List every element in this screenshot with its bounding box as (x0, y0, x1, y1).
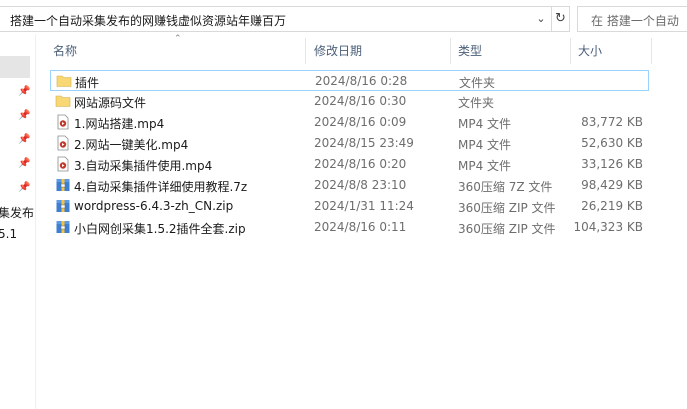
address-bar[interactable]: 搭建一个自动采集发布的网赚钱虚似资源站年赚百万 ⌄ (0, 6, 552, 32)
column-divider[interactable] (570, 38, 571, 64)
file-row[interactable]: 4.自动采集插件详细使用教程.7z 2024/8/8 23:10 360压缩 7… (50, 175, 649, 196)
file-name: 1.网站搭建.mp4 (74, 117, 165, 131)
pin-icon: 📌 (18, 86, 31, 97)
file-type: 360压缩 7Z 文件 (458, 180, 553, 194)
nav-item-label[interactable]: 集发布 (0, 204, 34, 221)
file-size: 98,429 KB (581, 178, 643, 192)
file-name: 2.网站一键美化.mp4 (74, 138, 189, 152)
file-type: MP4 文件 (458, 117, 512, 131)
archive-icon (56, 179, 70, 191)
file-type: 文件夹 (459, 76, 496, 90)
file-type: MP4 文件 (458, 138, 512, 152)
column-size[interactable]: 大小 (578, 36, 602, 66)
column-date[interactable]: 修改日期 (314, 36, 362, 66)
column-divider[interactable] (305, 38, 306, 64)
file-date: 2024/1/31 11:24 (314, 199, 414, 213)
nav-item-label[interactable]: 5.1 (0, 227, 17, 241)
file-size: 52,630 KB (581, 136, 643, 150)
file-date: 2024/8/15 23:49 (314, 136, 414, 150)
search-placeholder: 在 搭建一个自动 (591, 14, 679, 28)
file-row[interactable]: 小白网创采集1.5.2插件全套.zip 2024/8/16 0:11 360压缩… (50, 217, 649, 238)
file-date: 2024/8/16 0:28 (315, 74, 408, 88)
pin-icon: 📌 (18, 182, 31, 193)
file-size: 83,772 KB (581, 115, 643, 129)
file-date: 2024/8/16 0:09 (314, 115, 407, 129)
column-divider[interactable] (651, 38, 652, 64)
pin-icon: 📌 (18, 110, 31, 121)
file-row[interactable]: 3.自动采集插件使用.mp4 2024/8/16 0:20 MP4 文件 33,… (50, 154, 649, 175)
file-name: 网站源码文件 (74, 96, 147, 110)
file-date: 2024/8/16 0:30 (314, 94, 407, 108)
file-size: 26,219 KB (581, 199, 643, 213)
address-bar-container: 搭建一个自动采集发布的网赚钱虚似资源站年赚百万 ⌄ ↻ 在 搭建一个自动 (0, 6, 687, 34)
folder-icon (56, 75, 72, 87)
search-input[interactable]: 在 搭建一个自动 (577, 6, 687, 32)
file-row[interactable]: wordpress-6.4.3-zh_CN.zip 2024/1/31 11:2… (50, 196, 649, 217)
file-size: 33,126 KB (581, 157, 643, 171)
column-header: ⌃ 名称 修改日期 类型 大小 (36, 34, 687, 66)
video-file-icon (57, 114, 69, 130)
refresh-icon[interactable]: ↻ (552, 6, 570, 32)
file-type: 360压缩 ZIP 文件 (458, 201, 556, 215)
file-row[interactable]: 2.网站一键美化.mp4 2024/8/15 23:49 MP4 文件 52,6… (50, 133, 649, 154)
file-name: 插件 (75, 76, 100, 90)
file-date: 2024/8/8 23:10 (314, 178, 407, 192)
file-name: 4.自动采集插件详细使用教程.7z (74, 180, 248, 194)
nav-selected-item[interactable] (0, 56, 30, 78)
file-row[interactable]: 网站源码文件 2024/8/16 0:30 文件夹 (50, 91, 649, 112)
address-path[interactable]: 搭建一个自动采集发布的网赚钱虚似资源站年赚百万 (10, 12, 286, 29)
chevron-down-icon[interactable]: ⌄ (533, 11, 549, 27)
file-date: 2024/8/16 0:11 (314, 220, 407, 234)
file-size: 104,323 KB (573, 220, 643, 234)
video-file-icon (57, 156, 69, 172)
file-row[interactable]: 1.网站搭建.mp4 2024/8/16 0:09 MP4 文件 83,772 … (50, 112, 649, 133)
folder-icon (55, 95, 71, 107)
sort-ascending-icon: ⌃ (174, 34, 182, 44)
file-type: 文件夹 (458, 96, 495, 110)
pin-icon: 📌 (18, 134, 31, 145)
file-row[interactable]: 插件 2024/8/16 0:28 文件夹 (50, 70, 649, 91)
file-date: 2024/8/16 0:20 (314, 157, 407, 171)
video-file-icon (57, 135, 69, 151)
file-name: 3.自动采集插件使用.mp4 (74, 159, 213, 173)
archive-icon (56, 200, 70, 212)
file-name: wordpress-6.4.3-zh_CN.zip (74, 199, 234, 213)
file-type: 360压缩 ZIP 文件 (458, 222, 556, 236)
file-name: 小白网创采集1.5.2插件全套.zip (74, 222, 246, 236)
column-name[interactable]: 名称 (53, 36, 77, 66)
archive-icon (56, 221, 70, 233)
navigation-pane: 📌 📌 📌 📌 📌 集发布 5.1 (0, 34, 36, 409)
column-type[interactable]: 类型 (458, 36, 482, 66)
file-type: MP4 文件 (458, 159, 512, 173)
column-divider[interactable] (450, 38, 451, 64)
pin-icon: 📌 (18, 158, 31, 169)
